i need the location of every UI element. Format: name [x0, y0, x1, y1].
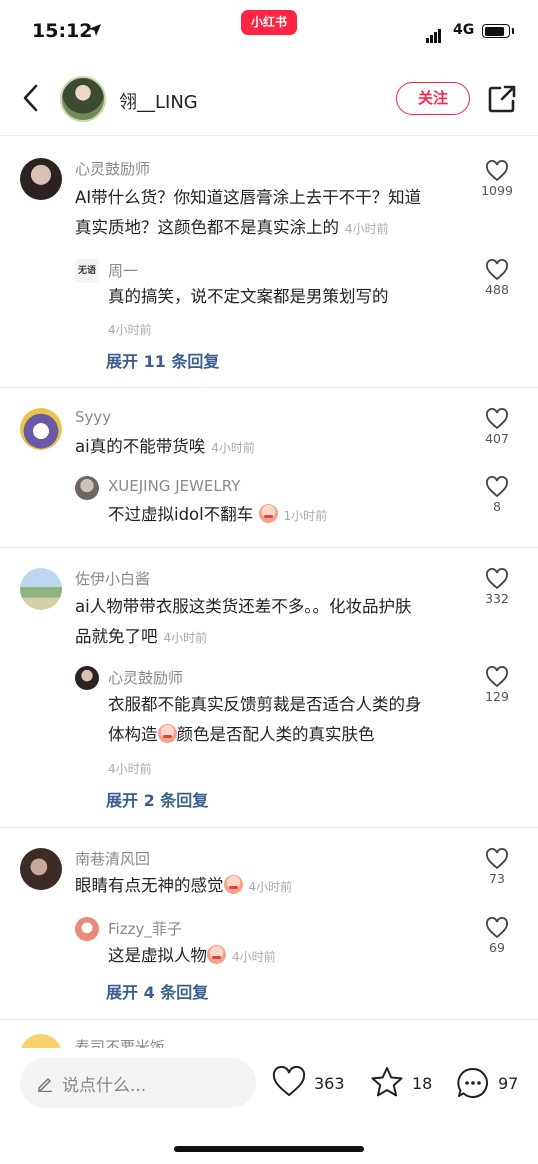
comment-total: 97 — [498, 1074, 519, 1093]
like-count: 407 — [485, 431, 509, 446]
page-header: 翎__LING 关注 — [0, 62, 538, 136]
comment-text[interactable]: AI带什么货？你知道这唇膏涂上去干不干？知道 真实质地？这颜色都不是真实涂上的 4… — [75, 183, 475, 244]
crying-emoji-icon — [223, 875, 243, 894]
expand-replies-link[interactable]: 展开 11 条回复 — [106, 348, 219, 372]
comment-list: 心灵鼓励师 AI带什么货？你知道这唇膏涂上去干不干？知道 真实质地？这颜色都不是… — [0, 140, 538, 1020]
comment-input[interactable]: 说点什么... — [20, 1058, 256, 1108]
avatar[interactable] — [20, 568, 62, 610]
comment-text[interactable]: 眼睛有点无神的感觉 4小时前 — [75, 871, 292, 902]
avatar — [20, 1034, 62, 1048]
location-arrow-icon — [89, 24, 101, 36]
comment-username[interactable]: 佐伊小白酱 — [75, 568, 150, 589]
reply-like-button[interactable]: 488 — [478, 259, 516, 297]
avatar[interactable] — [75, 666, 99, 690]
author-name[interactable]: 翎__LING — [119, 88, 198, 114]
avatar[interactable] — [75, 917, 99, 941]
comment-like-button[interactable]: 407 — [478, 408, 516, 446]
comment-time: 4小时前 — [211, 441, 255, 455]
reply-like-button[interactable]: 69 — [478, 917, 516, 955]
comment-time: 4小时前 — [345, 222, 389, 236]
pencil-icon — [38, 1078, 52, 1092]
star-total: 18 — [412, 1074, 433, 1093]
comment-username[interactable]: Syyy — [75, 408, 111, 426]
app-badge: 小红书 — [241, 10, 297, 35]
heart-icon — [486, 568, 508, 590]
network-type: 4G — [453, 22, 475, 38]
reply-time: 1小时前 — [283, 509, 328, 523]
comment-thread: 佐伊小白酱 ai人物带带衣服这类货还差不多。。化妆品护肤 品就免了吧 4小时前 3… — [0, 548, 538, 828]
comment-username: 寿司不要米饭 — [75, 1038, 166, 1048]
share-icon[interactable] — [487, 84, 517, 114]
reply-time: 4小时前 — [108, 762, 152, 776]
reply-like-button[interactable]: 8 — [478, 476, 516, 514]
comment-text[interactable]: ai真的不能带货唉 4小时前 — [75, 432, 255, 463]
comment-input-placeholder: 说点什么... — [62, 1076, 147, 1096]
star-icon — [371, 1067, 403, 1097]
reply-username[interactable]: Fizzy_菲子 — [108, 918, 182, 939]
avatar[interactable]: 无语 — [75, 259, 99, 283]
heart-icon — [486, 848, 508, 870]
comment-username[interactable]: 心灵鼓励师 — [75, 158, 150, 179]
avatar[interactable] — [20, 848, 62, 890]
reply-username[interactable]: XUEJING JEWELRY — [108, 477, 240, 495]
heart-icon — [486, 917, 508, 939]
heart-icon — [486, 259, 508, 281]
comment-username[interactable]: 南巷清风回 — [75, 848, 150, 869]
expand-replies-link[interactable]: 展开 4 条回复 — [106, 979, 208, 1003]
like-count: 8 — [493, 499, 501, 514]
like-count: 332 — [485, 591, 509, 606]
reply-text[interactable]: 真的搞笑，说不定文案都是男策划写的 — [108, 282, 389, 312]
collect-button[interactable]: 18 — [370, 1066, 436, 1102]
reply-time: 4小时前 — [232, 950, 276, 964]
reply-text[interactable]: 衣服都不能真实反馈剪裁是否适合人类的身 体构造 颜色是否配人类的真实肤色 — [108, 690, 468, 750]
avatar[interactable] — [75, 476, 99, 500]
crying-emoji-icon — [258, 504, 278, 523]
home-indicator — [174, 1146, 364, 1152]
battery-icon — [482, 24, 514, 38]
expand-replies-link[interactable]: 展开 2 条回复 — [106, 787, 208, 811]
heart-icon — [486, 408, 508, 430]
like-count: 73 — [489, 871, 505, 886]
reply-like-button[interactable]: 129 — [478, 666, 516, 704]
like-count: 129 — [485, 689, 509, 704]
reply-text[interactable]: 这是虚拟人物 4小时前 — [108, 941, 276, 972]
crying-emoji-icon — [207, 945, 226, 964]
heart-icon — [486, 666, 508, 688]
avatar[interactable] — [20, 408, 62, 450]
reply-text[interactable]: 不过虚拟idol不翻车 1小时前 — [108, 500, 327, 531]
crying-emoji-icon — [157, 724, 177, 743]
comment-like-button[interactable]: 1099 — [478, 160, 516, 198]
comment-like-button[interactable]: 73 — [478, 848, 516, 886]
avatar[interactable] — [20, 158, 62, 200]
like-count: 69 — [489, 940, 505, 955]
back-arrow-icon[interactable] — [18, 82, 44, 114]
comment-thread: 南巷清风回 眼睛有点无神的感觉 4小时前 73 Fizzy_菲子 这是虚拟人物 4小… — [0, 828, 538, 1020]
status-time: 15:12 — [32, 20, 93, 42]
bottom-action-bar: 寿司不要米饭 说点什么... 363 18 97 — [0, 1034, 538, 1164]
reply-username[interactable]: 周一 — [108, 260, 138, 281]
comment-button[interactable]: 97 — [456, 1066, 526, 1102]
heart-icon — [486, 160, 508, 182]
like-count: 1099 — [481, 183, 513, 198]
reply-time: 4小时前 — [108, 323, 152, 337]
follow-button[interactable]: 关注 — [396, 82, 470, 115]
comment-bubble-icon — [457, 1067, 488, 1098]
comment-time: 4小时前 — [163, 631, 208, 645]
signal-icon — [426, 24, 442, 43]
comment-text[interactable]: ai人物带带衣服这类货还差不多。。化妆品护肤 品就免了吧 4小时前 — [75, 592, 475, 653]
like-count: 488 — [485, 282, 509, 297]
heart-icon — [486, 476, 508, 498]
status-bar: 15:12 小红书 4G — [0, 0, 538, 60]
heart-icon — [272, 1066, 306, 1097]
reply-username[interactable]: 心灵鼓励师 — [108, 667, 183, 688]
comment-like-button[interactable]: 332 — [478, 568, 516, 606]
comment-thread: 心灵鼓励师 AI带什么货？你知道这唇膏涂上去干不干？知道 真实质地？这颜色都不是… — [0, 140, 538, 388]
comment-time: 4小时前 — [248, 880, 293, 894]
author-avatar[interactable] — [60, 76, 106, 122]
comment-thread: Syyy ai真的不能带货唉 4小时前 407 XUEJING JEWELRY 不… — [0, 388, 538, 548]
like-button[interactable]: 363 — [272, 1066, 350, 1102]
like-total: 363 — [314, 1074, 345, 1093]
